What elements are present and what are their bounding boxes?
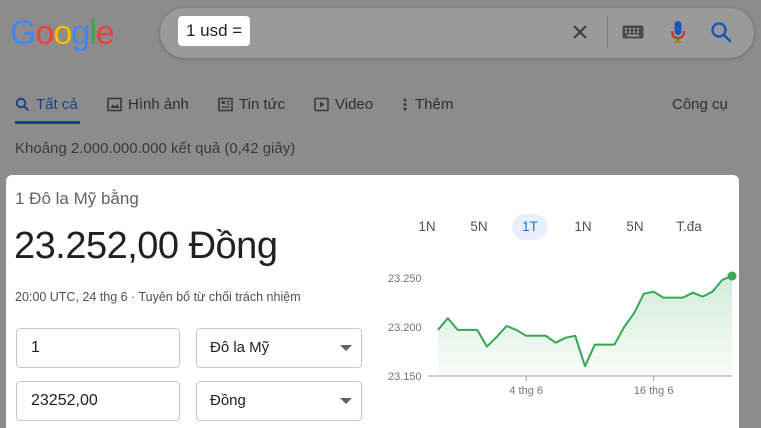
range-1-month[interactable]: 1T xyxy=(512,214,548,240)
range-1-year[interactable]: 1N xyxy=(566,214,600,240)
chart-area xyxy=(438,276,732,376)
currency-to-label: Đồng xyxy=(210,392,246,409)
range-5-days[interactable]: 5N xyxy=(462,214,496,240)
google-logo[interactable]: Google xyxy=(10,14,115,53)
tab-news-label: Tin tức xyxy=(239,95,286,113)
logo-letter: o xyxy=(53,14,72,52)
tab-more[interactable]: Thêm xyxy=(401,92,453,116)
chevron-down-icon xyxy=(340,398,352,404)
logo-letter: o xyxy=(35,14,54,52)
more-vert-icon xyxy=(403,98,407,110)
logo-letter: e xyxy=(95,14,115,52)
keyboard-icon[interactable] xyxy=(620,19,646,45)
tab-video[interactable]: Video xyxy=(314,92,373,116)
tab-more-label: Thêm xyxy=(415,95,454,113)
currency-to-select[interactable]: Đồng xyxy=(196,381,362,421)
play-icon xyxy=(314,97,329,111)
search-icon[interactable] xyxy=(708,19,734,45)
converter-timestamp: 20:00 UTC, 24 thg 6 · Tuyên bố từ chối t… xyxy=(15,290,301,304)
tools-label: Công cụ xyxy=(672,95,728,113)
amount-to-input[interactable]: 23252,00 xyxy=(16,381,180,421)
y-tick-label: 23.200 xyxy=(388,322,422,334)
range-5-years[interactable]: 5N xyxy=(618,214,652,240)
converter-result: 23.252,00 Đồng xyxy=(14,225,278,267)
range-max[interactable]: T.đa xyxy=(668,214,710,240)
amount-from-input[interactable]: 1 xyxy=(16,328,180,368)
search-tabs: Tất cả Hình ảnh Tin tức Video Thêm Công … xyxy=(0,84,761,124)
y-tick-label: 23.150 xyxy=(388,371,422,383)
tools-button[interactable]: Công cụ xyxy=(672,92,728,116)
x-tick-label: 16 thg 6 xyxy=(634,385,674,397)
logo-letter: G xyxy=(10,14,36,52)
search-icon xyxy=(15,97,30,111)
search-input[interactable]: 1 usd = xyxy=(178,16,251,46)
x-tick-label: 4 thg 6 xyxy=(509,385,543,397)
search-divider xyxy=(607,16,608,48)
converter-subtitle: 1 Đô la Mỹ bằng xyxy=(15,189,139,208)
tab-news[interactable]: Tin tức xyxy=(218,92,285,116)
currency-from-select[interactable]: Đô la Mỹ xyxy=(196,328,362,368)
logo-letter: g xyxy=(71,14,90,52)
range-1-day[interactable]: 1N xyxy=(410,214,444,240)
chevron-down-icon xyxy=(340,345,352,351)
close-icon[interactable] xyxy=(568,19,592,45)
tab-images-label: Hình ảnh xyxy=(128,95,189,113)
y-tick-label: 23.250 xyxy=(388,273,422,285)
active-tab-indicator xyxy=(15,121,80,124)
news-icon xyxy=(218,97,233,111)
tab-video-label: Video xyxy=(335,95,374,113)
latest-point xyxy=(727,271,737,281)
tab-all-label: Tất cả xyxy=(36,95,78,113)
tab-images[interactable]: Hình ảnh xyxy=(107,92,189,116)
results-count: Khoảng 2.000.000.000 kết quả (0,42 giây) xyxy=(15,140,296,157)
exchange-rate-chart[interactable]: 23.250 23.200 23.150 4 thg 6 16 thg 6 xyxy=(376,260,738,400)
image-icon xyxy=(107,97,122,111)
microphone-icon[interactable] xyxy=(666,19,690,45)
currency-from-label: Đô la Mỹ xyxy=(210,339,270,356)
currency-converter-card: 1 Đô la Mỹ bằng 23.252,00 Đồng 20:00 UTC… xyxy=(6,175,739,428)
tab-all[interactable]: Tất cả xyxy=(15,92,78,116)
